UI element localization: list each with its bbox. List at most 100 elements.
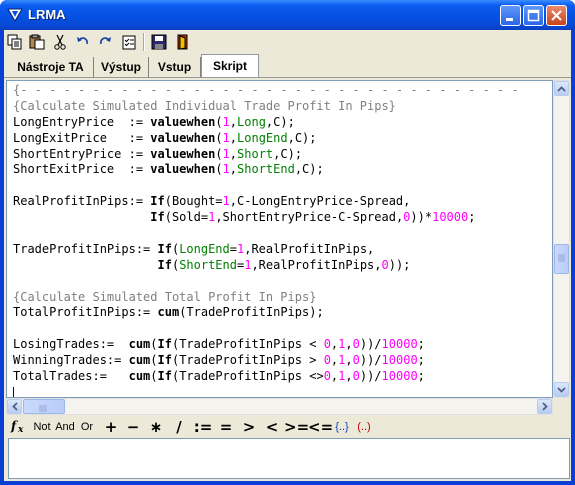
equals-button[interactable]: =	[217, 418, 235, 436]
code-token: ))/	[359, 337, 382, 352]
function-icon[interactable]: fx	[10, 418, 28, 436]
greater-equal-button[interactable]: >=	[284, 418, 309, 436]
code-token: 1	[222, 130, 230, 145]
close-button[interactable]	[546, 5, 567, 26]
redo-button[interactable]	[96, 33, 114, 51]
code-token: valuewhen	[150, 114, 216, 129]
code-token: LosingTrades:=	[13, 337, 129, 352]
exit-button[interactable]	[174, 33, 192, 51]
title-bar[interactable]: LRMA	[0, 0, 575, 30]
code-token: ,RealProfitInPips,	[251, 257, 382, 272]
and-button[interactable]: And	[54, 418, 76, 436]
code-text: {- - - - - - - - - - - - - - - - - - - -…	[13, 83, 519, 385]
save-button[interactable]	[150, 33, 168, 51]
plus-button[interactable]: +	[102, 418, 120, 436]
assign-button[interactable]: :=	[192, 418, 214, 436]
function-bar: fx Not And Or + − ∗ / := = > < >= <= {..…	[4, 416, 571, 438]
code-token: If	[157, 241, 172, 256]
code-token: ;	[417, 337, 425, 352]
code-token: (TradeProfitInPips >	[171, 353, 324, 368]
code-token: TradeProfitInPips:=	[13, 241, 158, 256]
tab-divider	[4, 77, 571, 78]
properties-button[interactable]	[120, 33, 138, 51]
code-token: ,	[345, 337, 353, 352]
code-token: (TradeProfitInPips <>	[171, 369, 324, 384]
multiply-button[interactable]: ∗	[147, 418, 165, 436]
scroll-up-button[interactable]	[554, 81, 569, 96]
code-token: cum	[157, 305, 180, 320]
tab-nastroje-ta[interactable]: Nástroje TA	[8, 57, 94, 77]
code-token: cum	[128, 369, 151, 384]
code-token: 0	[352, 337, 360, 352]
paste-button[interactable]	[28, 33, 46, 51]
chevron-left-icon	[11, 402, 18, 411]
code-token: (	[215, 114, 223, 129]
code-token: ,C);	[265, 114, 295, 129]
undo-icon	[77, 37, 88, 45]
code-token: ))*	[410, 210, 433, 225]
grip-icon	[558, 254, 565, 262]
cut-button[interactable]	[51, 33, 69, 51]
save-icon	[151, 34, 167, 50]
fx-icon: fx	[10, 419, 24, 435]
minimize-button[interactable]	[500, 5, 521, 26]
maximize-button[interactable]	[523, 5, 544, 26]
code-token: ,	[345, 353, 353, 368]
code-token: ,C);	[273, 146, 303, 161]
grip-icon	[39, 405, 47, 412]
less-equal-button[interactable]: <=	[308, 418, 333, 436]
code-token: ));	[388, 257, 411, 272]
minus-button[interactable]: −	[124, 418, 142, 436]
code-token: If	[157, 257, 172, 272]
code-token: 1	[222, 146, 230, 161]
vertical-scrollbar[interactable]	[553, 80, 570, 398]
code-line: ShortExitPrice := valuewhen(1,ShortEnd,C…	[13, 162, 519, 178]
horizontal-scroll-thumb[interactable]	[23, 399, 65, 414]
maximize-icon	[527, 9, 540, 22]
code-line: If(ShortEnd=1,RealProfitInPips,0));	[13, 258, 519, 274]
code-token: LongEntryPrice :=	[13, 114, 151, 129]
code-token: {- - - - - - - - - - - - - - - - - - - -…	[13, 83, 519, 97]
code-token: RealProfitInPips:=	[13, 194, 151, 209]
tab-vystup[interactable]: Výstup	[94, 57, 149, 77]
client-area: Nástroje TA Výstup Vstup Skript {- - - -…	[4, 30, 571, 481]
code-token: WinningTrades:=	[13, 353, 129, 368]
script-editor[interactable]: {- - - - - - - - - - - - - - - - - - - -…	[6, 80, 553, 398]
vertical-scroll-thumb[interactable]	[554, 244, 569, 274]
horizontal-scrollbar[interactable]	[6, 398, 553, 415]
scroll-down-button[interactable]	[554, 382, 569, 397]
divide-button[interactable]: /	[170, 418, 188, 436]
scroll-left-button[interactable]	[7, 399, 22, 414]
properties-icon	[122, 35, 136, 50]
code-token: {Calculate Simulated Individual Trade Pr…	[13, 98, 396, 113]
code-line: LosingTrades:= cum(If(TradeProfitInPips …	[13, 337, 519, 353]
minimize-icon	[506, 18, 513, 21]
code-line: ShortEntryPrice := valuewhen(1,Short,C);	[13, 147, 519, 163]
code-token: ,C);	[294, 162, 324, 177]
or-button[interactable]: Or	[79, 418, 95, 436]
not-button[interactable]: Not	[32, 418, 52, 436]
tab-skript[interactable]: Skript	[201, 54, 259, 78]
tab-vstup[interactable]: Vstup	[149, 57, 201, 77]
greater-button[interactable]: >	[240, 418, 258, 436]
code-token: (	[150, 337, 158, 352]
code-line: {Calculate Simulated Total Profit In Pip…	[13, 290, 519, 306]
less-button[interactable]: <	[263, 418, 281, 436]
code-token: If	[157, 337, 172, 352]
text-caret	[13, 387, 14, 397]
code-token: 1	[222, 162, 230, 177]
expression-input[interactable]	[8, 438, 570, 479]
code-token: 0	[352, 369, 360, 384]
parentheses-button[interactable]: (..)	[354, 418, 374, 436]
code-token: (TradeProfitInPips <	[171, 337, 324, 352]
code-token: 0	[323, 369, 331, 384]
code-token: If	[157, 353, 172, 368]
copy-button[interactable]	[6, 33, 24, 51]
chevron-down-icon	[557, 386, 566, 393]
svg-text:x: x	[17, 425, 24, 434]
undo-button[interactable]	[74, 33, 92, 51]
code-token: ShortExitPrice :=	[13, 162, 151, 177]
comment-brace-button[interactable]: {..}	[332, 418, 352, 436]
scroll-right-button[interactable]	[537, 399, 552, 414]
